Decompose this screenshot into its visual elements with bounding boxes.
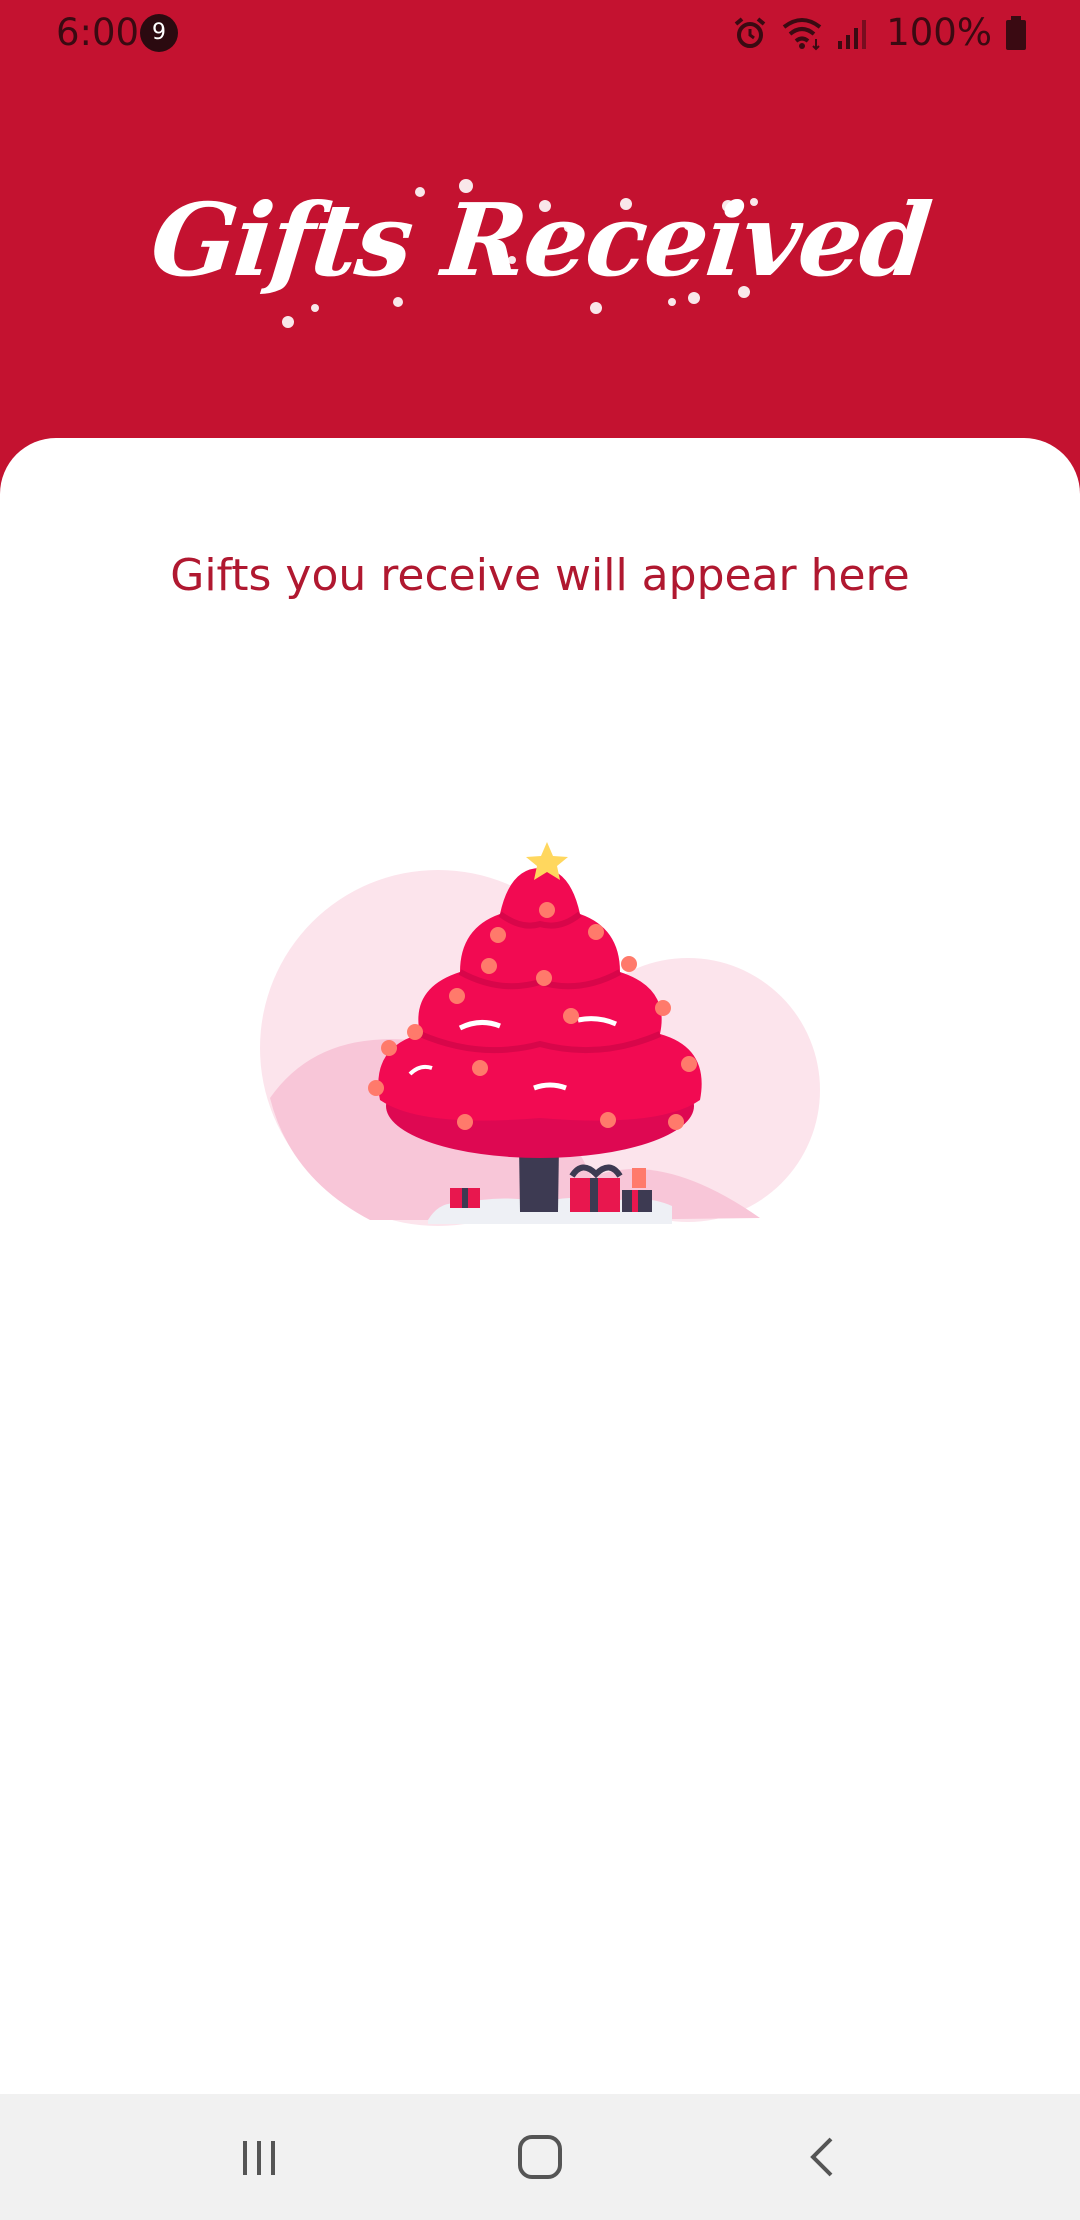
status-time: 6:00 xyxy=(56,11,140,54)
back-icon xyxy=(810,2137,833,2177)
navigation-bar xyxy=(0,2094,1080,2220)
back-button[interactable] xyxy=(788,2122,858,2192)
recents-button[interactable] xyxy=(224,2122,294,2192)
status-bar: 6:00 9 100% xyxy=(0,0,1080,66)
screen: 6:00 9 100% Gifts Received Gifts you rec… xyxy=(0,0,1080,2220)
status-icons: 100% xyxy=(720,10,1028,56)
christmas-tree-illustration xyxy=(260,842,820,1226)
empty-state-message: Gifts you receive will appear here xyxy=(170,550,910,601)
battery-percent: 100% xyxy=(886,11,992,54)
header: 6:00 9 100% Gifts Received xyxy=(0,0,1080,500)
alarm-icon xyxy=(732,15,768,51)
content-sheet: Gifts you receive will appear here xyxy=(0,438,1080,2094)
home-button[interactable] xyxy=(505,2122,575,2192)
wifi-icon xyxy=(780,15,824,51)
signal-icon xyxy=(836,15,870,51)
battery-icon xyxy=(1004,15,1028,51)
notification-count-badge: 9 xyxy=(140,14,178,52)
title-area: Gifts Received xyxy=(0,150,1080,350)
page-title: Gifts Received xyxy=(145,181,935,299)
home-icon xyxy=(518,2135,562,2179)
recents-icon xyxy=(243,2141,275,2175)
